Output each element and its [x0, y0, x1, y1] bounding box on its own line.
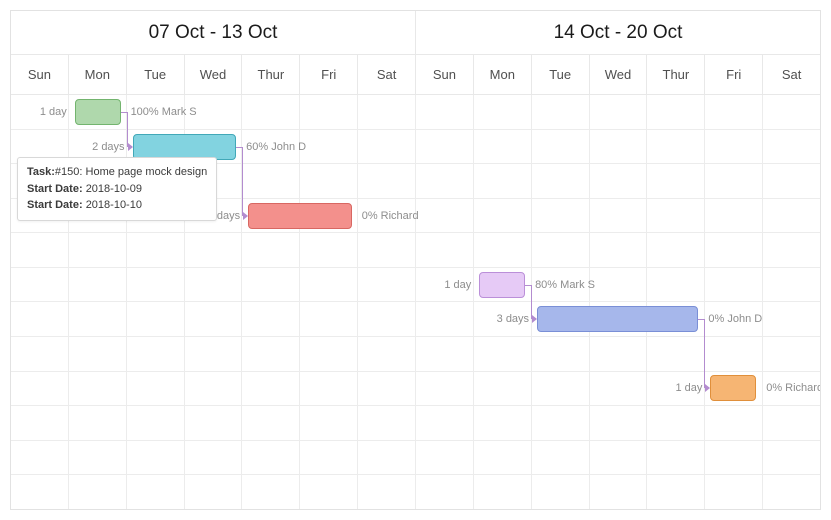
dependency-connector [525, 285, 531, 286]
gantt-bar[interactable] [537, 306, 698, 332]
gantt-bar[interactable] [710, 375, 756, 401]
task-meta-label: 0% John D [708, 313, 762, 325]
day-label: Wed [590, 55, 648, 94]
task-meta-label: 100% Mark S [131, 106, 197, 118]
gantt-grid: 1 day100% Mark S2 days60% John D2 days0%… [11, 95, 820, 509]
gantt-bar[interactable] [248, 203, 352, 229]
gantt-bar[interactable] [479, 272, 525, 298]
day-label: Sat [358, 55, 416, 94]
task-duration-label: 1 day [423, 279, 471, 291]
dependency-connector [127, 112, 128, 147]
day-label: Fri [300, 55, 358, 94]
dependency-connector [531, 285, 532, 320]
day-label: Sun [11, 55, 69, 94]
gantt-chart: 07 Oct - 13 Oct 14 Oct - 20 Oct Sun Mon … [10, 10, 821, 510]
dependency-connector [236, 147, 242, 148]
task-duration-label: 3 days [481, 313, 529, 325]
day-label: Sun [416, 55, 474, 94]
task-duration-label: 1 day [654, 382, 702, 394]
day-label: Sat [763, 55, 820, 94]
dependency-connector [121, 112, 127, 113]
task-duration-label: 2 days [77, 141, 125, 153]
day-label: Mon [474, 55, 532, 94]
day-label: Mon [69, 55, 127, 94]
dependency-connector [242, 147, 243, 216]
gantt-bar[interactable] [75, 99, 121, 125]
task-meta-label: 0% Richard [766, 382, 821, 394]
task-meta-label: 60% John D [246, 141, 306, 153]
week-range-1: 07 Oct - 13 Oct [11, 11, 416, 54]
dependency-connector [704, 319, 705, 388]
gantt-bar[interactable] [133, 134, 237, 160]
day-label: Tue [532, 55, 590, 94]
task-tooltip: Task:#150: Home page mock designStart Da… [17, 157, 217, 221]
day-label: Tue [127, 55, 185, 94]
gantt-day-header: Sun Mon Tue Wed Thur Fri Sat Sun Mon Tue… [11, 55, 820, 95]
task-meta-label: 0% Richard [362, 210, 419, 222]
task-duration-label: 1 day [19, 106, 67, 118]
week-range-2: 14 Oct - 20 Oct [416, 11, 820, 54]
gantt-week-header: 07 Oct - 13 Oct 14 Oct - 20 Oct [11, 11, 820, 55]
day-label: Wed [185, 55, 243, 94]
day-label: Thur [647, 55, 705, 94]
task-meta-label: 80% Mark S [535, 279, 595, 291]
day-label: Thur [242, 55, 300, 94]
dependency-connector [698, 319, 704, 320]
day-label: Fri [705, 55, 763, 94]
